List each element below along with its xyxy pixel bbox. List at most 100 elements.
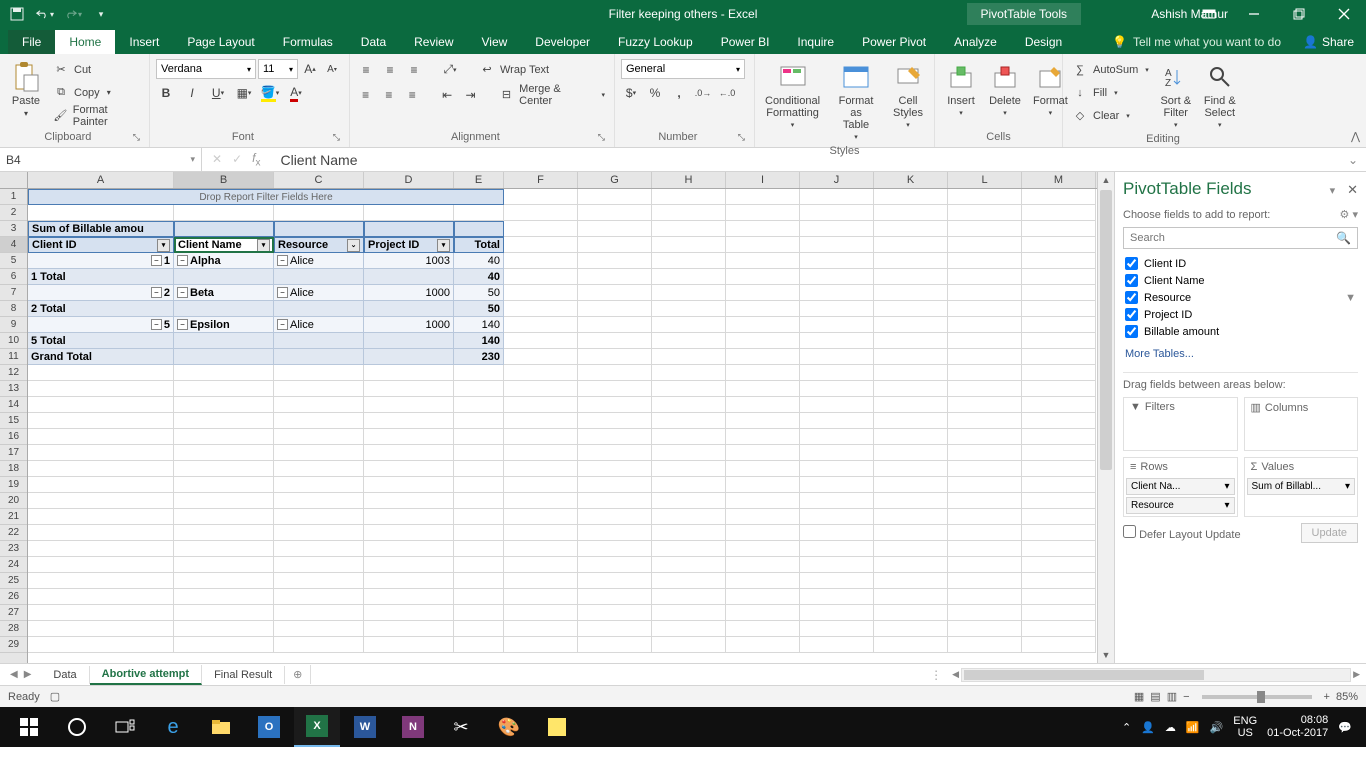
language-indicator[interactable]: ENGUS [1233,715,1257,739]
conditional-formatting-button[interactable]: Conditional Formatting▾ [761,59,824,131]
increase-font-icon[interactable]: A▴ [300,59,320,79]
tell-me-search[interactable]: 💡Tell me what you want to do [1102,30,1291,54]
copy-button[interactable]: ⧉Copy▾ [50,82,143,103]
area-columns[interactable]: ▥Columns [1244,397,1359,451]
minimize-icon[interactable] [1231,0,1276,28]
align-left-icon[interactable]: ≡ [356,85,375,105]
tab-power-bi[interactable]: Power BI [707,30,784,54]
task-view-icon[interactable] [102,707,148,747]
align-right-icon[interactable]: ≡ [403,85,422,105]
collapse-icon[interactable]: − [151,287,162,298]
find-select-button[interactable]: Find & Select▾ [1200,59,1240,131]
gear-icon[interactable]: ⚙ ▾ [1340,208,1358,221]
collapse-icon[interactable]: − [177,319,188,330]
col-header-k[interactable]: K [874,172,948,188]
collapse-icon[interactable]: − [277,287,288,298]
filter-dropdown-icon[interactable]: ▾ [257,239,270,252]
chevron-down-icon[interactable]: ▾ [1345,481,1350,492]
field-projectid[interactable]: Project ID [1123,306,1358,323]
align-top-icon[interactable]: ≡ [356,60,376,80]
tab-inquire[interactable]: Inquire [783,30,848,54]
tray-chevron-up-icon[interactable]: ⌃ [1122,721,1131,734]
qat-customize-icon[interactable]: ▾ [92,5,110,23]
fx-icon[interactable]: fx [252,151,260,168]
action-center-icon[interactable]: 💬 [1338,721,1352,734]
rows-item-resource[interactable]: Resource▾ [1126,497,1235,514]
zoom-slider[interactable] [1202,695,1312,699]
vertical-scrollbar[interactable]: ▲ ▼ [1097,172,1114,663]
wifi-icon[interactable]: 📶 [1186,721,1200,734]
file-explorer-icon[interactable] [198,707,244,747]
more-tables-link[interactable]: More Tables... [1123,340,1358,368]
tab-formulas[interactable]: Formulas [269,30,347,54]
select-all-triangle[interactable] [0,172,28,189]
merge-center-button[interactable]: ⊟Merge & Center▾ [496,84,608,105]
normal-view-icon[interactable]: ▦ [1134,690,1144,703]
field-clientname[interactable]: Client Name [1123,272,1358,289]
accounting-format-icon[interactable]: $▾ [621,83,641,103]
decrease-decimal-icon[interactable]: ←.0 [717,83,737,103]
cancel-formula-icon[interactable]: ✕ [212,152,222,166]
maximize-icon[interactable] [1276,0,1321,28]
tab-developer[interactable]: Developer [521,30,604,54]
sort-filter-button[interactable]: AZSort & Filter▾ [1156,59,1196,131]
people-icon[interactable]: 👤 [1141,721,1155,734]
name-box[interactable]: B4▾ [0,148,202,171]
filter-applied-icon[interactable]: ⌄ [347,239,360,252]
tab-view[interactable]: View [468,30,522,54]
snipping-tool-icon[interactable]: ✂ [438,707,484,747]
format-as-table-button[interactable]: Format as Table▾ [828,59,884,143]
align-bottom-icon[interactable]: ≡ [404,60,424,80]
close-pane-icon[interactable]: ✕ [1347,182,1358,197]
pivot-sum-label[interactable]: Sum of Billable amou [28,221,174,237]
search-icon[interactable]: 🔍 [1336,231,1351,245]
pivot-col-total[interactable]: Total [454,237,504,253]
excel-icon[interactable]: X [294,707,340,747]
filter-dropdown-icon[interactable]: ▾ [157,239,170,252]
col-header-i[interactable]: I [726,172,800,188]
scroll-right-icon[interactable]: ▶ [1353,669,1360,680]
zoom-out-icon[interactable]: − [1183,691,1189,703]
pivot-col-clientid[interactable]: Client ID▾ [28,237,174,253]
number-launcher-icon[interactable]: ⤡ [735,132,748,143]
chevron-down-icon[interactable]: ▾ [1224,500,1229,511]
tab-review[interactable]: Review [400,30,467,54]
format-painter-button[interactable]: 🖌Format Painter [50,105,143,126]
increase-decimal-icon[interactable]: .0→ [693,83,713,103]
field-clientid[interactable]: Client ID [1123,255,1358,272]
outlook-icon[interactable]: O [246,707,292,747]
col-header-f[interactable]: F [504,172,578,188]
col-header-l[interactable]: L [948,172,1022,188]
sheet-final[interactable]: Final Result [202,666,285,684]
tab-insert[interactable]: Insert [115,30,173,54]
percent-icon[interactable]: % [645,83,665,103]
border-icon[interactable]: ▦▾ [234,83,254,103]
scroll-thumb[interactable] [964,670,1204,680]
tab-fuzzy-lookup[interactable]: Fuzzy Lookup [604,30,707,54]
page-layout-icon[interactable]: ▤ [1150,690,1160,703]
comma-style-icon[interactable]: , [669,83,689,103]
volume-icon[interactable]: 🔊 [1210,721,1224,734]
delete-cells-button[interactable]: Delete▾ [985,59,1025,119]
area-values[interactable]: ΣValues Sum of Billabl...▾ [1244,457,1359,517]
tab-power-pivot[interactable]: Power Pivot [848,30,940,54]
pivot-col-resource[interactable]: Resource⌄ [274,237,364,253]
page-break-icon[interactable]: ▥ [1167,690,1177,703]
align-middle-icon[interactable]: ≡ [380,60,400,80]
row-headers[interactable]: 123 4567 891011 12131415 16171819 202122… [0,189,28,663]
word-icon[interactable]: W [342,707,388,747]
defer-layout-checkbox[interactable]: Defer Layout Update [1123,525,1241,541]
decrease-font-icon[interactable]: A▾ [322,59,342,79]
sheet-nav-next-icon[interactable]: ▶ [24,669,32,680]
font-color-icon[interactable]: A▾ [286,83,306,103]
tab-page-layout[interactable]: Page Layout [173,30,268,54]
wrap-text-button[interactable]: ↩Wrap Text [476,59,552,80]
sheet-nav-prev-icon[interactable]: ◀ [10,669,18,680]
edge-icon[interactable]: e [150,707,196,747]
pivot-col-clientname[interactable]: Client Name▾ [174,237,274,253]
tab-analyze[interactable]: Analyze [940,30,1011,54]
insert-cells-button[interactable]: Insert▾ [941,59,981,119]
collapse-icon[interactable]: − [151,319,162,330]
col-header-m[interactable]: M [1022,172,1096,188]
horizontal-scrollbar[interactable] [961,668,1351,682]
